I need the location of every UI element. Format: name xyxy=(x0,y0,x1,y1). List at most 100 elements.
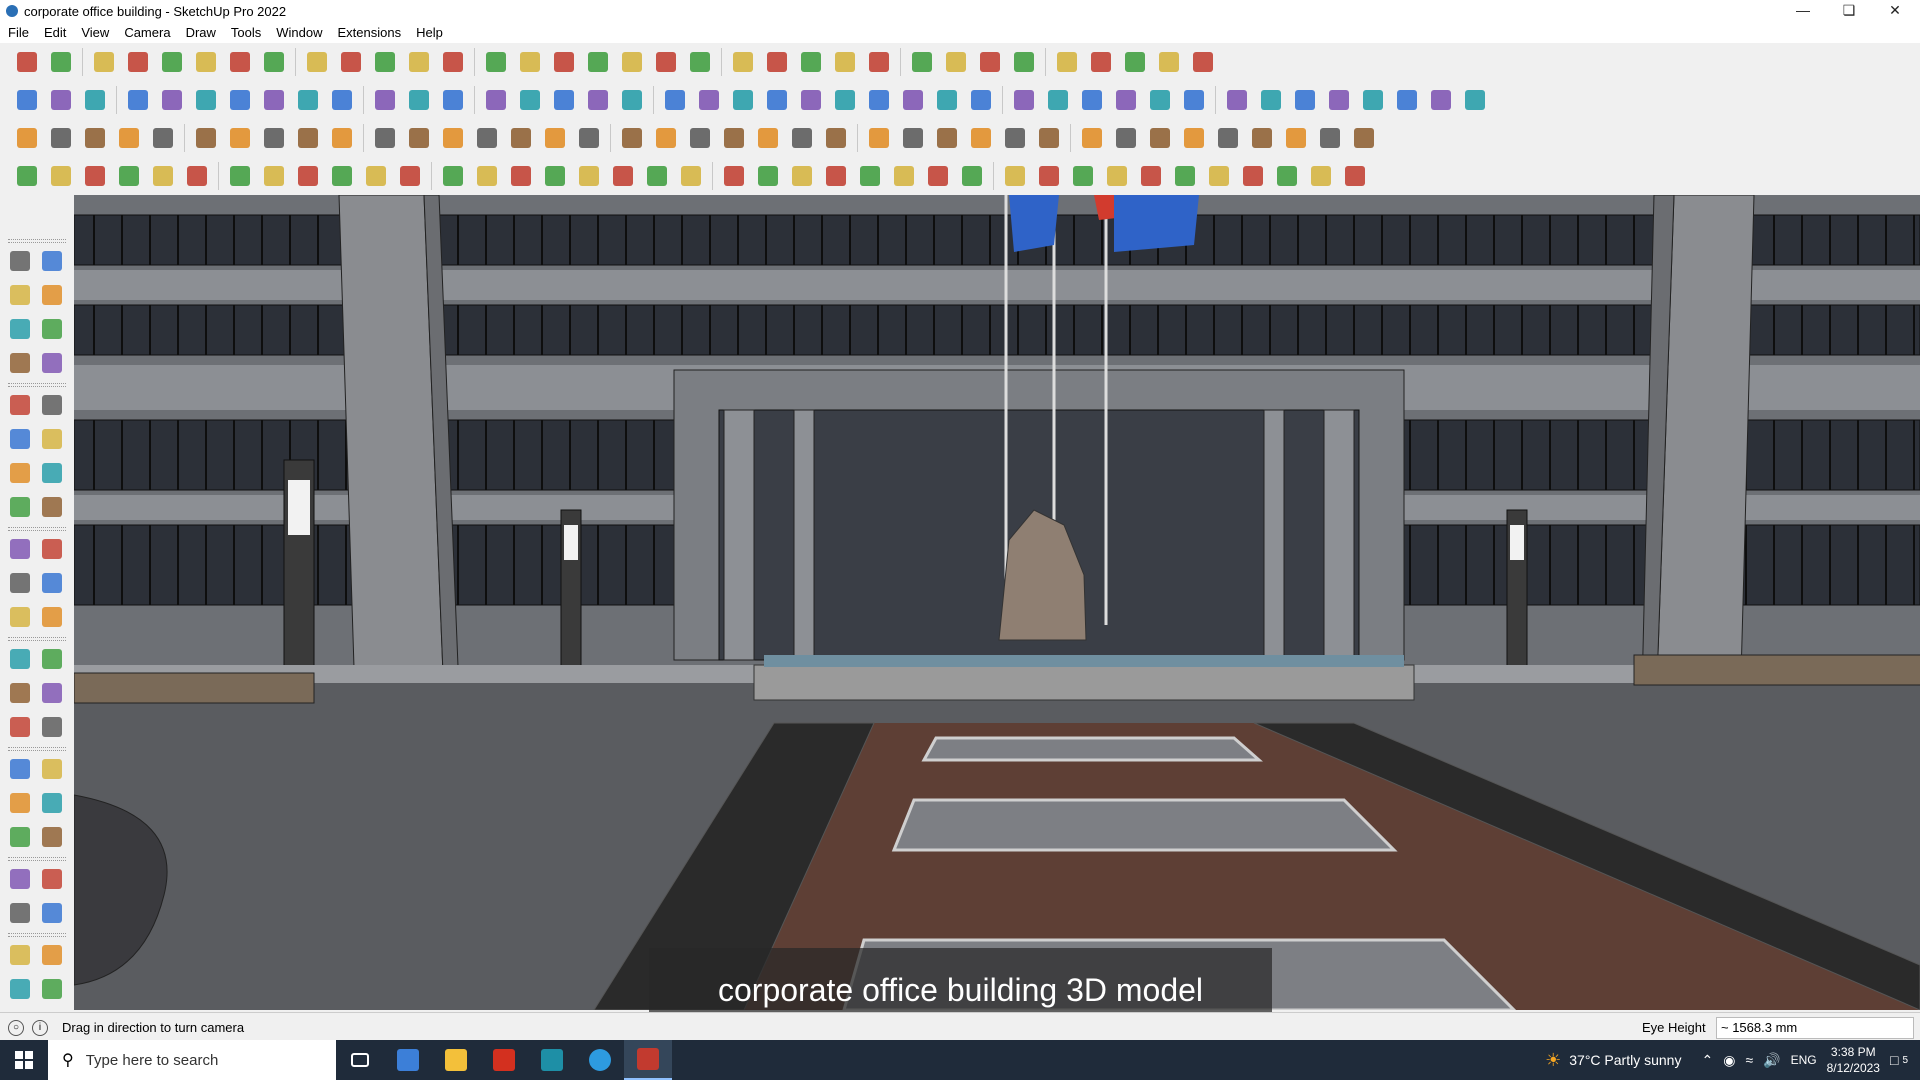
toolbar-3-tool-20-icon[interactable] xyxy=(685,123,715,153)
left-tool-4-icon[interactable] xyxy=(38,281,66,309)
minimize-icon[interactable]: — xyxy=(1780,0,1826,22)
toolbar-3-tool-38-icon[interactable] xyxy=(1315,123,1345,153)
left-tool-19-icon[interactable] xyxy=(6,569,34,597)
menu-view[interactable]: View xyxy=(73,25,116,40)
left-tool-22-icon[interactable] xyxy=(38,603,66,631)
toolbar-3-tool-2-icon[interactable] xyxy=(46,123,76,153)
menu-tools[interactable]: Tools xyxy=(223,25,268,40)
left-tool-7-icon[interactable] xyxy=(6,349,34,377)
toolbar-1-tool-18-icon[interactable] xyxy=(617,47,647,77)
toolbar-1-tool-16-icon[interactable] xyxy=(549,47,579,77)
toolbar-1-tool-29-icon[interactable] xyxy=(1009,47,1039,77)
menu-file[interactable]: File xyxy=(0,25,36,40)
toolbar-4-tool-32-icon[interactable] xyxy=(1102,161,1132,191)
left-tool-41-icon[interactable] xyxy=(6,975,34,1003)
toolbar-1-tool-31-icon[interactable] xyxy=(1086,47,1116,77)
toolbar-1-tool-19-icon[interactable] xyxy=(651,47,681,77)
toolbar-2-tool-16-icon[interactable] xyxy=(549,85,579,115)
clock[interactable]: 3:38 PM 8/12/2023 xyxy=(1827,1044,1880,1076)
toolbar-2-tool-12-icon[interactable] xyxy=(404,85,434,115)
toolbar-3-tool-8-icon[interactable] xyxy=(259,123,289,153)
toolbar-2-tool-41-icon[interactable] xyxy=(1426,85,1456,115)
palette-grip[interactable] xyxy=(8,383,66,387)
toolbar-2-tool-25-icon[interactable] xyxy=(864,85,894,115)
left-tool-13-icon[interactable] xyxy=(6,459,34,487)
toolbar-4-tool-15-icon[interactable] xyxy=(506,161,536,191)
toolbar-2-tool-34-icon[interactable] xyxy=(1179,85,1209,115)
left-tool-8-icon[interactable] xyxy=(38,349,66,377)
close-icon[interactable]: ✕ xyxy=(1872,0,1918,22)
toolbar-2-tool-33-icon[interactable] xyxy=(1145,85,1175,115)
toolbar-4-tool-37-icon[interactable] xyxy=(1272,161,1302,191)
toolbar-3-tool-27-icon[interactable] xyxy=(932,123,962,153)
left-tool-42-icon[interactable] xyxy=(38,975,66,1003)
toolbar-1-tool-9-icon[interactable] xyxy=(302,47,332,77)
toolbar-3-tool-36-icon[interactable] xyxy=(1247,123,1277,153)
toolbar-4-tool-22-icon[interactable] xyxy=(753,161,783,191)
toolbar-2-tool-10-icon[interactable] xyxy=(327,85,357,115)
toolbar-1-tool-14-icon[interactable] xyxy=(481,47,511,77)
toolbar-1-tool-32-icon[interactable] xyxy=(1120,47,1150,77)
task-view-icon[interactable] xyxy=(336,1040,384,1080)
toolbar-4-tool-27-icon[interactable] xyxy=(923,161,953,191)
sketchup-taskbar-icon[interactable] xyxy=(624,1040,672,1080)
left-tool-21-icon[interactable] xyxy=(6,603,34,631)
toolbar-4-tool-2-icon[interactable] xyxy=(46,161,76,191)
toolbar-1-tool-13-icon[interactable] xyxy=(438,47,468,77)
toolbar-4-tool-19-icon[interactable] xyxy=(642,161,672,191)
toolbar-2-tool-18-icon[interactable] xyxy=(617,85,647,115)
toolbar-3-tool-1-icon[interactable] xyxy=(12,123,42,153)
toolbar-2-tool-40-icon[interactable] xyxy=(1392,85,1422,115)
toolbar-1-tool-21-icon[interactable] xyxy=(728,47,758,77)
chevron-up-icon[interactable]: ⌃ xyxy=(1701,1052,1713,1069)
toolbar-4-tool-7-icon[interactable] xyxy=(225,161,255,191)
toolbar-3-tool-14-icon[interactable] xyxy=(472,123,502,153)
toolbar-2-tool-19-icon[interactable] xyxy=(660,85,690,115)
toolbar-1-tool-1-icon[interactable] xyxy=(12,47,42,77)
toolbar-3-tool-37-icon[interactable] xyxy=(1281,123,1311,153)
toolbar-2-tool-14-icon[interactable] xyxy=(481,85,511,115)
left-tool-1-icon[interactable] xyxy=(6,247,34,275)
acrobat-icon[interactable] xyxy=(480,1040,528,1080)
toolbar-1-tool-30-icon[interactable] xyxy=(1052,47,1082,77)
toolbar-2-tool-42-icon[interactable] xyxy=(1460,85,1490,115)
toolbar-3-tool-3-icon[interactable] xyxy=(80,123,110,153)
toolbar-3-tool-29-icon[interactable] xyxy=(1000,123,1030,153)
info-icon[interactable]: i xyxy=(32,1019,48,1036)
toolbar-4-tool-30-icon[interactable] xyxy=(1034,161,1064,191)
toolbar-4-tool-34-icon[interactable] xyxy=(1170,161,1200,191)
toolbar-2-tool-8-icon[interactable] xyxy=(259,85,289,115)
taskbar-search[interactable]: ⚲ Type here to search xyxy=(48,1040,336,1080)
start-button[interactable] xyxy=(0,1040,48,1080)
left-tool-16-icon[interactable] xyxy=(38,493,66,521)
toolbar-4-tool-3-icon[interactable] xyxy=(80,161,110,191)
left-tool-27-icon[interactable] xyxy=(6,713,34,741)
left-tool-34-icon[interactable] xyxy=(38,823,66,851)
toolbar-3-tool-31-icon[interactable] xyxy=(1077,123,1107,153)
menu-draw[interactable]: Draw xyxy=(178,25,223,40)
toolbar-2-tool-31-icon[interactable] xyxy=(1077,85,1107,115)
toolbar-1-tool-20-icon[interactable] xyxy=(685,47,715,77)
toolbar-2-tool-11-icon[interactable] xyxy=(370,85,400,115)
toolbar-2-tool-20-icon[interactable] xyxy=(694,85,724,115)
left-tool-29-icon[interactable] xyxy=(6,755,34,783)
menu-extensions[interactable]: Extensions xyxy=(330,25,409,40)
toolbar-4-tool-38-icon[interactable] xyxy=(1306,161,1336,191)
left-tool-36-icon[interactable] xyxy=(38,865,66,893)
toolbar-3-tool-18-icon[interactable] xyxy=(617,123,647,153)
toolbar-2-tool-28-icon[interactable] xyxy=(966,85,996,115)
toolbar-1-tool-5-icon[interactable] xyxy=(157,47,187,77)
toolbar-2-tool-15-icon[interactable] xyxy=(515,85,545,115)
toolbar-4-tool-31-icon[interactable] xyxy=(1068,161,1098,191)
toolbar-2-tool-9-icon[interactable] xyxy=(293,85,323,115)
toolbar-2-tool-24-icon[interactable] xyxy=(830,85,860,115)
toolbar-4-tool-9-icon[interactable] xyxy=(293,161,323,191)
toolbar-3-tool-17-icon[interactable] xyxy=(574,123,604,153)
left-tool-33-icon[interactable] xyxy=(6,823,34,851)
toolbar-1-tool-10-icon[interactable] xyxy=(336,47,366,77)
toolbar-3-tool-6-icon[interactable] xyxy=(191,123,221,153)
toolbar-4-tool-14-icon[interactable] xyxy=(472,161,502,191)
palette-grip[interactable] xyxy=(8,747,66,751)
toolbar-1-tool-22-icon[interactable] xyxy=(762,47,792,77)
left-tool-32-icon[interactable] xyxy=(38,789,66,817)
